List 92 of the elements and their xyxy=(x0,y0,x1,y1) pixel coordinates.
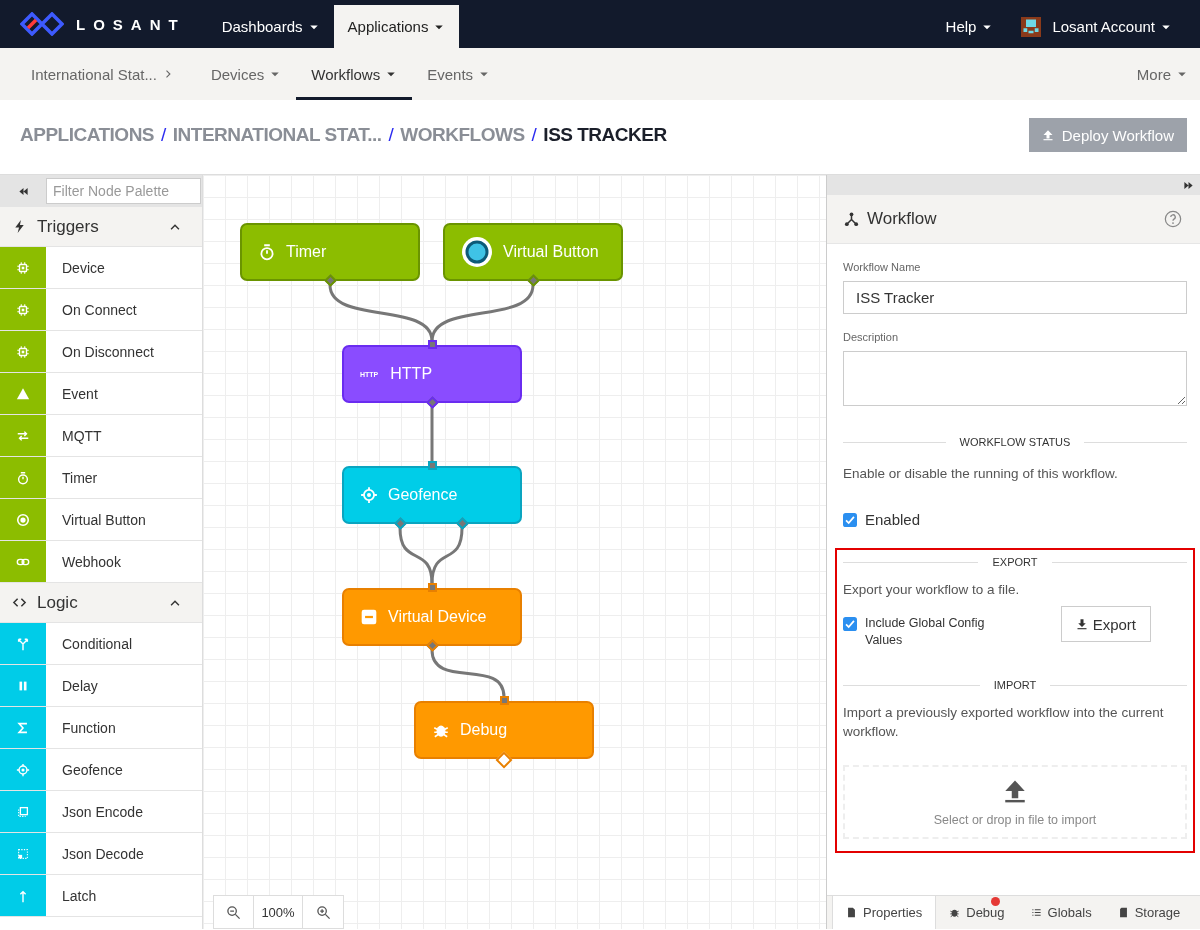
connector-wire xyxy=(430,527,464,585)
palette-item[interactable]: Timer xyxy=(0,457,202,499)
bug-icon xyxy=(949,907,961,918)
more-menu[interactable]: More xyxy=(1121,48,1200,100)
palette-item[interactable]: Conditional xyxy=(0,623,202,665)
palette-item[interactable]: Virtual Button xyxy=(0,499,202,541)
dropzone-label: Select or drop in file to import xyxy=(933,812,1097,827)
zoom-in-icon xyxy=(315,904,331,920)
checkbox-label: Include Global Config Values xyxy=(865,615,986,649)
nav-tab[interactable]: Applications xyxy=(333,5,460,48)
palette-item[interactable]: Geofence xyxy=(0,749,202,791)
nav-tab[interactable]: Events xyxy=(412,48,506,100)
section-heading: IMPORT xyxy=(993,679,1037,691)
description-text: Export your workflow to a file. xyxy=(843,581,1021,599)
help-icon xyxy=(1164,210,1182,228)
help-button[interactable] xyxy=(1164,210,1182,228)
crosshair-icon xyxy=(360,486,378,504)
dotted-square-icon xyxy=(16,846,30,861)
input-port xyxy=(427,340,437,349)
breadcrumb-separator: / xyxy=(388,124,394,146)
help-menu[interactable]: Help xyxy=(931,5,1008,48)
palette-section-header[interactable]: Logic xyxy=(0,583,202,623)
description-field[interactable] xyxy=(843,351,1187,406)
input-port xyxy=(427,583,437,592)
palette-item[interactable]: On Disconnect xyxy=(0,331,202,373)
branch-icon xyxy=(16,636,30,651)
connector-wire xyxy=(430,407,434,462)
double-right-arrow-icon xyxy=(1183,179,1194,191)
chip-icon xyxy=(16,302,30,317)
panel-tab[interactable]: Properties xyxy=(832,895,937,929)
panel-title: Workflow xyxy=(867,209,938,229)
current-page-title: ISS TRACKER xyxy=(543,124,667,146)
description-text: Enable or disable the running of this workflow. xyxy=(843,465,1119,483)
breadcrumb-separator: / xyxy=(161,124,166,146)
zoom-out-icon xyxy=(226,904,241,920)
panel-tab[interactable]: Debug xyxy=(936,896,1018,929)
stopwatch-icon xyxy=(16,470,30,485)
palette-item[interactable]: Json Decode xyxy=(0,833,202,875)
section-heading: WORKFLOW STATUS xyxy=(959,436,1071,448)
palette-item[interactable]: Webhook xyxy=(0,541,202,583)
storage-icon xyxy=(1117,907,1129,918)
input-port xyxy=(499,696,509,705)
chip-icon xyxy=(16,344,30,359)
arrows-icon xyxy=(16,428,30,443)
palette-item[interactable]: Event xyxy=(0,373,202,415)
radio-icon xyxy=(16,512,30,527)
input-port xyxy=(427,461,437,470)
connector-wire xyxy=(398,527,434,585)
upload-icon xyxy=(1041,129,1054,141)
palette-section-header[interactable]: Triggers xyxy=(0,207,202,247)
export-button[interactable]: Export xyxy=(1060,606,1151,642)
round-button-icon xyxy=(461,236,493,268)
palette-item[interactable]: Json Encode xyxy=(0,791,202,833)
nav-tab[interactable]: Devices xyxy=(195,48,297,100)
description-text: Import a previously exported workflow into the current workflow. xyxy=(843,704,1165,741)
double-left-arrow-icon xyxy=(17,185,29,197)
checkbox[interactable] xyxy=(843,617,857,631)
warning-icon xyxy=(16,386,30,401)
minus-square-icon xyxy=(360,608,378,626)
field-label: Workflow Name xyxy=(843,261,922,273)
palette-item[interactable]: MQTT xyxy=(0,415,202,457)
collapse-panel-button[interactable] xyxy=(1183,179,1194,191)
palette-item[interactable]: Function xyxy=(0,707,202,749)
palette-item[interactable]: On Connect xyxy=(0,289,202,331)
panel-tab[interactable]: Globals xyxy=(1017,896,1105,929)
filter-field[interactable]: Filter Node Palette xyxy=(46,178,201,204)
crosshair-icon xyxy=(16,762,30,777)
application-link[interactable]: International Stat... xyxy=(0,48,196,100)
workflow-name-field[interactable]: ISS Tracker xyxy=(843,281,1187,314)
checkbox-label: Enabled xyxy=(865,511,921,528)
chip-icon xyxy=(16,260,30,275)
brand-name: LOSANT xyxy=(76,15,186,33)
logo-icon xyxy=(20,12,64,36)
palette-item[interactable]: Delay xyxy=(0,665,202,707)
sigma-icon xyxy=(16,720,30,735)
checkbox[interactable] xyxy=(843,512,857,527)
download-icon xyxy=(1075,618,1088,630)
breadcrumb-separator: / xyxy=(531,124,537,146)
palette-item[interactable]: Device xyxy=(0,247,202,289)
avatar-icon xyxy=(1021,16,1042,37)
account-menu[interactable]: Losant Account xyxy=(1007,5,1200,48)
file-dropzone[interactable]: Select or drop in file to import xyxy=(843,765,1187,839)
nav-tab[interactable]: Dashboards xyxy=(207,5,334,48)
document-icon xyxy=(846,907,857,918)
panel-tab[interactable]: Storage xyxy=(1104,896,1194,929)
field-label: Description xyxy=(843,331,900,343)
square-icon xyxy=(16,804,30,819)
workflow-icon xyxy=(844,211,859,227)
palette-item[interactable]: Latch xyxy=(0,875,202,917)
section-heading: EXPORT xyxy=(992,556,1038,568)
list-icon xyxy=(1030,907,1042,918)
stopwatch-icon xyxy=(258,243,276,261)
